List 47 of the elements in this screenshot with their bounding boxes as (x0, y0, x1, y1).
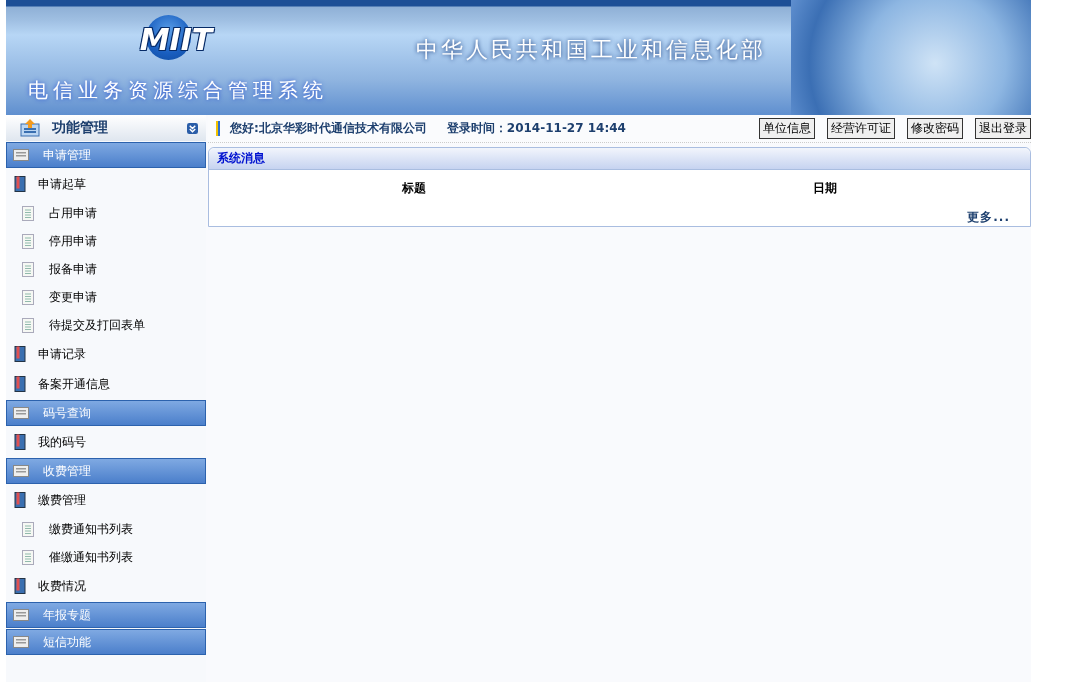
upload-icon (20, 119, 40, 137)
toolbar-button[interactable]: 修改密码 (907, 118, 963, 139)
book-icon (14, 346, 26, 362)
menu-item[interactable]: 我的码号 (6, 427, 206, 457)
menu-item[interactable]: 申请记录 (6, 339, 206, 369)
list-icon (13, 149, 29, 161)
login-time: 登录时间：2014-11-27 14:44 (446, 120, 626, 137)
list-icon (13, 465, 29, 477)
panel-title: 系统消息 (209, 148, 1030, 170)
menu-subitem[interactable]: 催缴通知书列表 (6, 543, 206, 571)
document-icon (22, 261, 34, 277)
menu-subitem[interactable]: 缴费通知书列表 (6, 515, 206, 543)
collapse-icon[interactable] (187, 122, 198, 134)
book-icon (14, 376, 26, 392)
document-icon (22, 549, 34, 565)
list-icon (13, 609, 29, 621)
accent-bar (216, 121, 220, 136)
menu-item[interactable]: 缴费管理 (6, 485, 206, 515)
menu-subitem[interactable]: 变更申请 (6, 283, 206, 311)
list-icon (13, 636, 29, 648)
document-icon (22, 317, 34, 333)
book-icon (14, 492, 26, 508)
more-link[interactable]: 更多... (967, 210, 1010, 224)
menu-item[interactable]: 申请起草 (6, 169, 206, 199)
toolbar-button[interactable]: 经营许可证 (827, 118, 895, 139)
book-icon (14, 578, 26, 594)
menu-item[interactable]: 备案开通信息 (6, 369, 206, 399)
toolbar-button[interactable]: 退出登录 (975, 118, 1031, 139)
document-icon (22, 233, 34, 249)
column-header: 日期 (811, 179, 838, 197)
system-title: 电信业务资源综合管理系统 (28, 77, 328, 104)
document-icon (22, 289, 34, 305)
ministry-title: 中华人民共和国工业和信息化部 (416, 36, 766, 64)
book-icon (14, 434, 26, 450)
toolbar-button[interactable]: 单位信息 (759, 118, 815, 139)
menu-subitem[interactable]: 报备申请 (6, 255, 206, 283)
menu-subitem[interactable]: 停用申请 (6, 227, 206, 255)
document-icon (22, 521, 34, 537)
document-icon (22, 205, 34, 221)
sidebar-title: 功能管理 (52, 119, 109, 137)
menu-subitem[interactable]: 待提交及打回表单 (6, 311, 206, 339)
greeting-text: 您好:北京华彩时代通信技术有限公司 (230, 120, 427, 137)
menu-subitem[interactable]: 占用申请 (6, 199, 206, 227)
menu-item[interactable]: 收费情况 (6, 571, 206, 601)
list-icon (13, 407, 29, 419)
column-header: 标题 (401, 179, 428, 197)
book-icon (14, 176, 26, 192)
